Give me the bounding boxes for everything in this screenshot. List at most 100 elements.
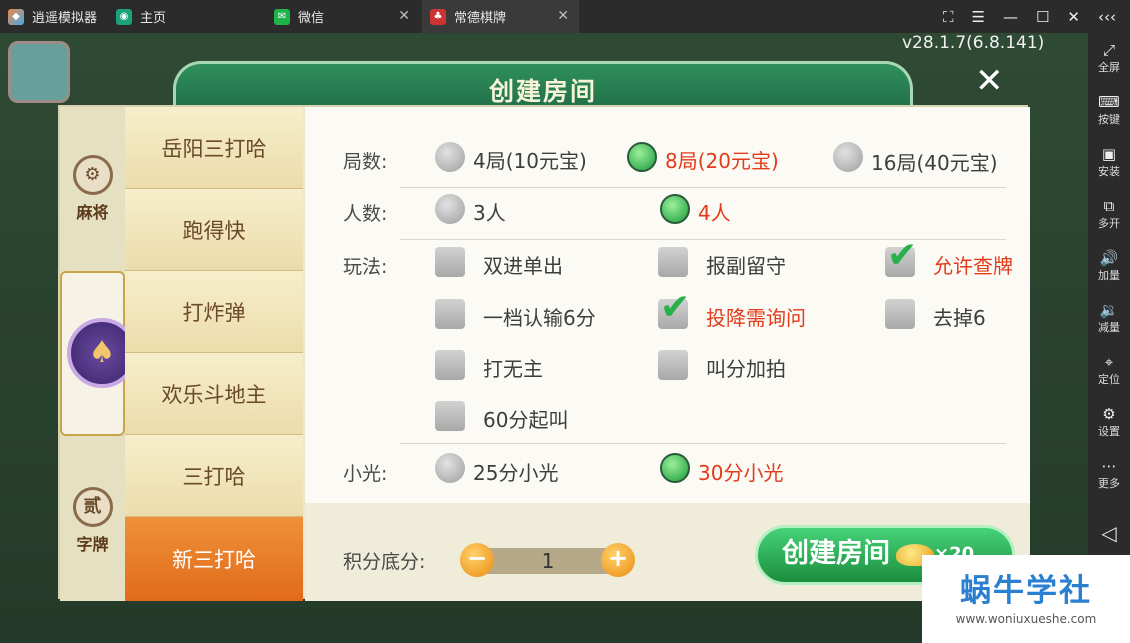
dialog-title: 创建房间	[488, 77, 597, 106]
close-tab-icon[interactable]: ✕	[557, 8, 569, 24]
game-item[interactable]: 岳阳三打哈	[125, 107, 303, 189]
sidebar-item-more[interactable]: ⋯ 更多	[1088, 457, 1130, 491]
radio-players-3[interactable]	[435, 194, 465, 224]
game-item[interactable]: 打炸弹	[125, 271, 303, 353]
checkmark-icon: ✔	[887, 235, 918, 276]
menu-icon[interactable]: ☰	[972, 8, 985, 26]
radio-rounds-4[interactable]	[435, 142, 465, 172]
checkbox-jiaofen[interactable]	[658, 350, 688, 380]
xiaoguang-label: 小光:	[343, 463, 388, 485]
game-item-selected[interactable]: 新三打哈	[125, 517, 303, 601]
option-label: 3人	[473, 201, 506, 225]
rules-label: 玩法:	[343, 256, 388, 278]
sidebar-item-multi[interactable]: ⧉ 多开	[1088, 197, 1130, 231]
sidebar-item-install[interactable]: ▣ 安装	[1088, 145, 1130, 179]
option-label: 16局(40元宝)	[871, 151, 998, 175]
create-room-dialog: 创建房间 ✕ ⚙ 麻将 ♠ 贰 字牌 岳阳三打哈 跑得快 打炸弹 欢乐斗地主 三…	[55, 53, 1030, 623]
back-icon[interactable]: ◁	[1088, 521, 1130, 545]
category-mahjong[interactable]: ⚙ 麻将	[60, 155, 125, 223]
checkmark-icon: ✔	[660, 287, 691, 328]
checkbox-touxiang[interactable]: ✔	[658, 287, 690, 329]
sidebar-item-fullscreen[interactable]: ⤢ 全屏	[1088, 41, 1130, 75]
volume-up-icon: 🔊	[1099, 249, 1119, 267]
mahjong-emblem-icon: ⚙	[72, 155, 113, 195]
home-tab-icon: ◉	[116, 8, 132, 25]
volume-down-icon: 🔉	[1099, 301, 1119, 319]
sidebar-item-location[interactable]: ⌖ 定位	[1088, 353, 1130, 387]
checkbox-qudiao6[interactable]	[885, 299, 915, 329]
game-item[interactable]: 欢乐斗地主	[125, 353, 303, 435]
close-window-icon[interactable]: ✕	[1067, 8, 1080, 26]
option-label: 60分起叫	[483, 408, 569, 432]
option-label: 30分小光	[698, 461, 784, 485]
tab-game[interactable]: ♣ 常德棋牌 ✕	[422, 0, 579, 33]
option-label: 双进单出	[483, 254, 563, 278]
checkbox-60fen[interactable]	[435, 401, 465, 431]
dialog-body: ⚙ 麻将 ♠ 贰 字牌 岳阳三打哈 跑得快 打炸弹 欢乐斗地主 三打哈 新三打哈	[58, 105, 1030, 601]
checkbox-shuangjin[interactable]	[435, 247, 465, 277]
category-tabs: ⚙ 麻将 ♠ 贰 字牌	[60, 107, 137, 601]
checkbox-yidang[interactable]	[435, 299, 465, 329]
maximize-icon[interactable]: ☐	[1036, 8, 1049, 26]
radio-xiaoguang-30[interactable]	[660, 453, 690, 483]
score-stepper: 1 − +	[460, 543, 635, 577]
emulator-titlebar: ◆ 逍遥模拟器 ◉ 主页 ✉ 微信 ✕ ♣ 常德棋牌 ✕ ⛶ ☰ — ☐ ✕ ‹…	[0, 0, 1130, 33]
score-value[interactable]: 1	[478, 548, 618, 574]
option-label: 打无主	[483, 357, 543, 381]
checkbox-chapai[interactable]: ✔	[885, 235, 917, 277]
score-label: 积分底分:	[343, 551, 426, 573]
category-zipai[interactable]: 贰 字牌	[60, 487, 125, 555]
close-tab-icon[interactable]: ✕	[398, 8, 410, 24]
checkbox-dawuzhu[interactable]	[435, 350, 465, 380]
watermark: 蜗牛学社 www.woniuxueshe.com	[922, 555, 1130, 643]
sidebar-item-keys[interactable]: ⌨ 按键	[1088, 93, 1130, 127]
option-label: 允许查牌	[933, 254, 1013, 278]
version-text: v28.1.7(6.8.141)	[902, 33, 1045, 53]
sidebar-item-vol-down[interactable]: 🔉 减量	[1088, 301, 1130, 335]
collapse-sidebar-icon[interactable]: ‹‹‹	[1098, 8, 1116, 26]
app-logo-icon: ◆	[8, 8, 24, 25]
zipai-emblem-icon: 贰	[72, 487, 113, 527]
option-label: 去掉6	[933, 306, 986, 330]
game-screen: v28.1.7(6.8.141) 创建房间 ✕ ⚙ 麻将 ♠ 贰 字牌 岳阳三打…	[0, 33, 1088, 643]
game-list: 岳阳三打哈 跑得快 打炸弹 欢乐斗地主 三打哈 新三打哈	[125, 107, 303, 601]
increase-button[interactable]: +	[601, 543, 635, 577]
fit-window-icon[interactable]: ⛶	[943, 8, 954, 26]
option-label: 报副留守	[706, 254, 786, 278]
game-item[interactable]: 三打哈	[125, 435, 303, 517]
apk-icon: ▣	[1101, 145, 1117, 163]
fullscreen-icon: ⤢	[1102, 41, 1115, 59]
option-label: 一档认输6分	[483, 306, 596, 330]
more-icon: ⋯	[1101, 457, 1117, 475]
close-icon[interactable]: ✕	[975, 61, 1004, 101]
option-label: 4人	[698, 201, 731, 225]
minimize-icon[interactable]: —	[1003, 8, 1018, 26]
tab-home[interactable]: ◉ 主页	[108, 0, 263, 33]
sidebar-item-vol-up[interactable]: 🔊 加量	[1088, 249, 1130, 283]
radio-rounds-8[interactable]	[627, 142, 657, 172]
radio-xiaoguang-25[interactable]	[435, 453, 465, 483]
radio-players-4[interactable]	[660, 194, 690, 224]
option-label: 投降需询问	[706, 306, 806, 330]
radio-rounds-16[interactable]	[833, 142, 863, 172]
window-controls: ⛶ ☰ — ☐ ✕ ‹‹‹	[943, 0, 1116, 33]
options-panel: 局数: 4局(10元宝) 8局(20元宝) 16局(40元宝) 人数: 3人 4…	[305, 107, 1030, 503]
rounds-label: 局数:	[343, 151, 388, 173]
option-label: 4局(10元宝)	[473, 149, 587, 173]
game-tab-icon: ♣	[430, 8, 446, 25]
option-label: 8局(20元宝)	[665, 149, 779, 173]
option-label: 25分小光	[473, 461, 559, 485]
gear-icon: ⚙	[1102, 405, 1116, 423]
divider	[400, 443, 1006, 444]
emulator-sidebar: ⤢ 全屏 ⌨ 按键 ▣ 安装 ⧉ 多开 🔊 加量 🔉 减量 ⌖ 定位 ⚙ 设置 ⋯ 更多 ◁	[1088, 33, 1130, 643]
multi-open-icon: ⧉	[1103, 197, 1115, 215]
tab-wechat[interactable]: ✉ 微信 ✕	[266, 0, 420, 33]
category-poker[interactable]: ♠	[60, 271, 137, 436]
decrease-button[interactable]: −	[460, 543, 494, 577]
game-item[interactable]: 跑得快	[125, 189, 303, 271]
checkbox-baofu[interactable]	[658, 247, 688, 277]
location-icon: ⌖	[1104, 353, 1114, 371]
divider	[400, 187, 1006, 188]
players-label: 人数:	[343, 203, 388, 225]
sidebar-item-settings[interactable]: ⚙ 设置	[1088, 405, 1130, 439]
